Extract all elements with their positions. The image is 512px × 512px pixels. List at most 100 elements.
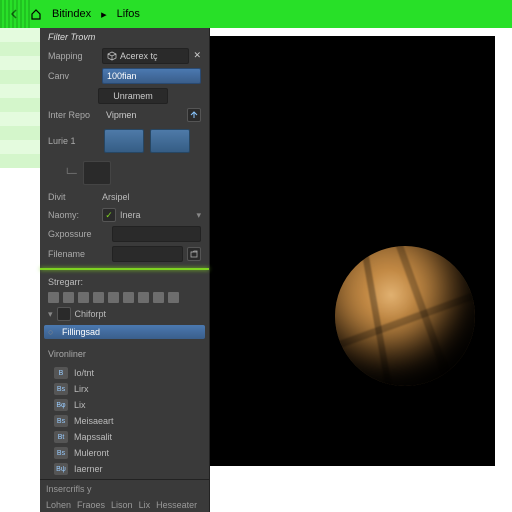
tab[interactable]: Lohen	[46, 500, 71, 510]
list-item-label: Mapssalit	[74, 432, 112, 442]
accent-stripes	[0, 0, 30, 28]
left-accent-strip	[0, 28, 40, 168]
divit-label: Divit	[48, 192, 98, 202]
tool-icon-3[interactable]	[78, 292, 89, 303]
expand-icon[interactable]: ▾	[48, 309, 53, 320]
cube-icon	[107, 51, 117, 61]
list-item-label: Iaerner	[74, 464, 103, 474]
list-item-label: Io/tnt	[74, 368, 94, 378]
type-badge: Bψ	[54, 463, 68, 475]
list-item[interactable]: Bs Meisaeart	[44, 413, 205, 429]
list-item[interactable]: Bt Mapssalit	[44, 429, 205, 445]
tree: ○ Fillingsad	[40, 323, 209, 341]
tab[interactable]: Fraoes	[77, 500, 105, 510]
chevron-down-icon[interactable]: ▾	[196, 210, 201, 221]
bottom-tabs: Lohen Fraoes Lison Lix Hesseater	[40, 498, 209, 512]
inter-value: Vipmen	[102, 107, 183, 123]
naomy-row: Naomy: ✓ Inera ▾	[40, 206, 209, 224]
canv-button-row: Unramem	[40, 86, 209, 106]
breadcrumb-1[interactable]: Bitindex	[52, 8, 91, 20]
tree-section-header: Vironliner	[40, 345, 209, 363]
list-item[interactable]: Bφ Lix	[44, 397, 205, 413]
lurie-row: Lurie 1	[40, 125, 209, 157]
rendered-sphere[interactable]	[335, 246, 475, 386]
tool-icon-7[interactable]	[138, 292, 149, 303]
type-badge: Bφ	[54, 399, 68, 411]
naomy-checkbox[interactable]: ✓	[102, 208, 116, 222]
tab[interactable]: Lix	[139, 500, 151, 510]
tree-leaves: B Io/tnt Bs Lirx Bφ Lix Bs Meisaeart Bt Mapss…	[40, 363, 209, 479]
divit-value: Arsipel	[102, 192, 201, 202]
list-item-label: Lirx	[74, 384, 89, 394]
tree-item-selected[interactable]: ○ Fillingsad	[44, 325, 205, 339]
panel-footer: Insercrifls y	[40, 479, 209, 498]
browse-icon[interactable]	[187, 247, 201, 261]
list-item[interactable]: B Io/tnt	[44, 365, 205, 381]
breadcrumb-2[interactable]: Lifos	[117, 8, 140, 20]
type-badge: Bs	[54, 415, 68, 427]
tool-icon-4[interactable]	[93, 292, 104, 303]
list-item-label: Lix	[74, 400, 86, 410]
type-badge: Bs	[54, 447, 68, 459]
naomy-label: Naomy:	[48, 210, 98, 220]
tab[interactable]: Hesseater	[156, 500, 197, 510]
canv-value: 100fian	[107, 71, 137, 81]
checkbox-label: Chiforpt	[75, 309, 107, 319]
tool-icon-6[interactable]	[123, 292, 134, 303]
mapping-label: Mapping	[48, 51, 98, 61]
toolbar-icons	[40, 290, 209, 305]
list-item[interactable]: Bψ Iaerner	[44, 461, 205, 477]
type-badge: Bs	[54, 383, 68, 395]
type-badge: B	[54, 367, 68, 379]
lurie-label: Lurie 1	[48, 136, 98, 146]
clear-mapping-icon[interactable]: ✕	[193, 50, 201, 61]
breadcrumb-sep: ▸	[101, 8, 107, 21]
canv-button[interactable]: Unramem	[98, 88, 168, 104]
tool-icon-2[interactable]	[63, 292, 74, 303]
thumb-3[interactable]	[83, 161, 111, 185]
list-item[interactable]: Bs Muleront	[44, 445, 205, 461]
list-item[interactable]: Bs Lirx	[44, 381, 205, 397]
filename-row: Filename	[40, 244, 209, 264]
filename-field[interactable]	[112, 246, 183, 262]
tab[interactable]: Lison	[111, 500, 133, 510]
section-divider	[40, 268, 209, 270]
gfx-row: Gxpossure	[40, 224, 209, 244]
tree-item-label: Fillingsad	[62, 327, 100, 337]
canv-row: Canv 100fian	[40, 66, 209, 86]
title-bar: Bitindex ▸ Lifos	[0, 0, 512, 28]
divit-row: Divit Arsipel	[40, 188, 209, 206]
thumb-2[interactable]	[150, 129, 190, 153]
tool-icon-1[interactable]	[48, 292, 59, 303]
tool-icon-9[interactable]	[168, 292, 179, 303]
filename-label: Filename	[48, 249, 108, 259]
inter-row: Inter Repo Vipmen	[40, 105, 209, 125]
mapping-value: Acerex tç	[120, 51, 158, 61]
naomy-value: Inera	[120, 210, 192, 220]
home-icon[interactable]	[30, 8, 42, 20]
gfx-field[interactable]	[112, 226, 201, 242]
tool-icon-5[interactable]	[108, 292, 119, 303]
checkbox-row: ▾ Chiforpt	[40, 305, 209, 323]
tool-icon-8[interactable]	[153, 292, 164, 303]
viewport[interactable]	[205, 36, 495, 466]
connector-row: └─	[40, 157, 209, 189]
check-icon: ✓	[105, 210, 113, 221]
section2-label: Stregarr:	[40, 274, 209, 290]
properties-panel: Filter Trovm Mapping Acerex tç ✕ Canv 10…	[40, 28, 210, 512]
list-item-label: Muleront	[74, 448, 109, 458]
canv-label: Canv	[48, 71, 98, 81]
thumb-1[interactable]	[104, 129, 144, 153]
inter-label: Inter Repo	[48, 110, 98, 120]
mapping-field[interactable]: Acerex tç	[102, 48, 189, 64]
type-badge: Bt	[54, 431, 68, 443]
inter-link-icon[interactable]	[187, 108, 201, 122]
checkbox[interactable]	[57, 307, 71, 321]
list-item-label: Meisaeart	[74, 416, 114, 426]
mapping-row: Mapping Acerex tç ✕	[40, 46, 209, 66]
canv-field[interactable]: 100fian	[102, 68, 201, 84]
tree-caret-icon: ○	[48, 327, 56, 337]
panel-title: Filter Trovm	[40, 28, 209, 46]
branch-icon: └─	[64, 168, 77, 178]
gfx-label: Gxpossure	[48, 229, 108, 239]
